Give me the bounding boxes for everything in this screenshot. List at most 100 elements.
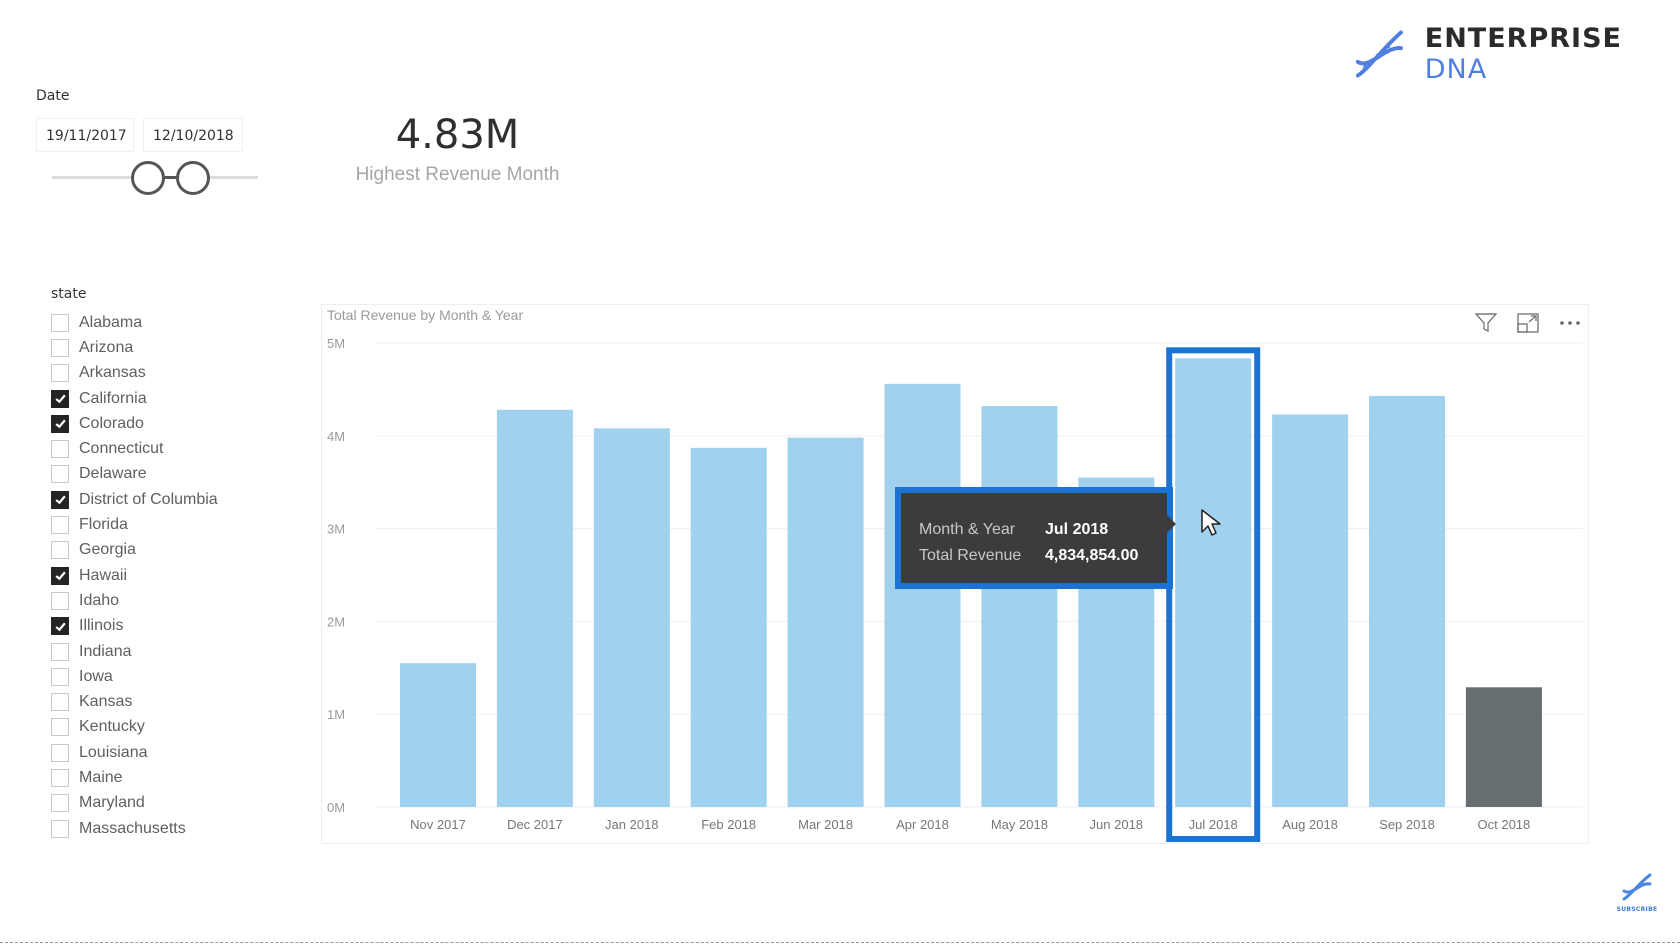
- tooltip-row: Total Revenue 4,834,854.00: [919, 543, 1167, 569]
- kpi-card: 4.83M Highest Revenue Month: [330, 112, 585, 186]
- slicer-item-label: Alabama: [79, 313, 143, 331]
- slicer-item[interactable]: Maryland: [51, 791, 218, 816]
- kpi-value: 4.83M: [395, 112, 520, 158]
- mouse-cursor-icon: [1201, 509, 1221, 536]
- checkbox[interactable]: [51, 667, 69, 686]
- y-tick-label: 0M: [327, 800, 345, 815]
- x-tick-label: Feb 2018: [701, 817, 756, 832]
- enterprise-dna-logo: ENTERPRISE DNA: [1350, 22, 1680, 86]
- subscribe-label: SUBSCRIBE: [1616, 906, 1658, 913]
- checkbox[interactable]: [51, 617, 69, 636]
- tooltip-value: 4,834,854.00: [1045, 547, 1139, 564]
- bar[interactable]: [787, 437, 864, 807]
- slicer-item[interactable]: Alabama: [51, 310, 218, 335]
- slicer-item[interactable]: Kansas: [51, 689, 218, 714]
- checkbox[interactable]: [51, 566, 69, 585]
- slicer-item-label: Delaware: [79, 465, 147, 483]
- date-slider-start-handle[interactable]: [131, 161, 165, 195]
- slicer-item[interactable]: Idaho: [51, 588, 218, 613]
- x-tick-label: Sep 2018: [1379, 817, 1435, 832]
- checkbox[interactable]: [51, 794, 69, 813]
- checkbox[interactable]: [51, 642, 69, 661]
- kpi-label: Highest Revenue Month: [355, 164, 560, 185]
- bar[interactable]: [496, 409, 573, 807]
- slicer-item[interactable]: Kentucky: [51, 715, 218, 740]
- checkmark-icon: [54, 419, 66, 429]
- slicer-item[interactable]: Georgia: [51, 538, 218, 563]
- x-tick-label: Jun 2018: [1090, 817, 1144, 832]
- slicer-item-label: Hawaii: [79, 566, 128, 584]
- checkbox[interactable]: [51, 541, 69, 560]
- bar[interactable]: [1175, 358, 1252, 807]
- checkbox[interactable]: [51, 819, 69, 838]
- slicer-item[interactable]: Iowa: [51, 664, 218, 689]
- bar[interactable]: [593, 428, 670, 807]
- x-tick-label: Aug 2018: [1282, 817, 1338, 832]
- slicer-item[interactable]: Illinois: [51, 614, 218, 639]
- checkbox[interactable]: [51, 414, 69, 433]
- state-slicer-list: Alabama Arizona Arkansas California Colorado…: [51, 310, 218, 841]
- bar[interactable]: [1272, 414, 1349, 807]
- slicer-item[interactable]: Delaware: [51, 462, 218, 487]
- x-tick-label: Oct 2018: [1478, 817, 1531, 832]
- slicer-item[interactable]: Massachusetts: [51, 816, 218, 841]
- checkbox[interactable]: [51, 768, 69, 787]
- checkbox[interactable]: [51, 718, 69, 737]
- slicer-item[interactable]: Indiana: [51, 639, 218, 664]
- date-slider-end-handle[interactable]: [176, 161, 210, 195]
- date-start-input[interactable]: 19/11/2017: [36, 118, 134, 152]
- slicer-item[interactable]: California: [51, 386, 218, 411]
- checkbox[interactable]: [51, 389, 69, 408]
- state-slicer-title: state: [51, 286, 87, 302]
- slicer-item[interactable]: Colorado: [51, 411, 218, 436]
- bar[interactable]: [400, 663, 476, 807]
- slicer-item-label: Louisiana: [79, 743, 148, 761]
- slicer-item-label: Maine: [79, 768, 123, 786]
- slicer-item[interactable]: Louisiana: [51, 740, 218, 765]
- slicer-item[interactable]: District of Columbia: [51, 487, 218, 512]
- date-slicer-label: Date: [36, 88, 70, 104]
- bar[interactable]: [690, 447, 767, 807]
- dna-icon: [1355, 30, 1403, 78]
- bar[interactable]: [981, 406, 1058, 807]
- checkbox[interactable]: [51, 313, 69, 332]
- x-tick-label: Jul 2018: [1189, 817, 1238, 832]
- slicer-item[interactable]: Florida: [51, 512, 218, 537]
- slicer-item[interactable]: Maine: [51, 765, 218, 790]
- checkbox[interactable]: [51, 591, 69, 610]
- checkbox[interactable]: [51, 743, 69, 762]
- slicer-item-label: Colorado: [79, 414, 144, 432]
- x-tick-label: Mar 2018: [798, 817, 853, 832]
- checkbox[interactable]: [51, 440, 69, 459]
- bottom-divider: [0, 942, 1680, 943]
- checkbox[interactable]: [51, 364, 69, 383]
- checkmark-icon: [54, 495, 66, 505]
- slicer-item-label: Maryland: [79, 794, 145, 812]
- checkbox[interactable]: [51, 490, 69, 509]
- bar[interactable]: [1369, 395, 1445, 807]
- slicer-item[interactable]: Connecticut: [51, 436, 218, 461]
- slicer-item-label: Arkansas: [79, 364, 146, 382]
- tooltip-value: Jul 2018: [1045, 521, 1109, 538]
- slicer-item-label: Georgia: [79, 541, 136, 559]
- slicer-item[interactable]: Hawaii: [51, 563, 218, 588]
- tooltip-arrow: [1167, 515, 1176, 533]
- x-tick-label: Nov 2017: [410, 817, 466, 832]
- bar[interactable]: [884, 383, 961, 807]
- slicer-item-label: Florida: [79, 516, 128, 534]
- bar[interactable]: [1465, 687, 1542, 807]
- checkbox[interactable]: [51, 338, 69, 357]
- checkbox[interactable]: [51, 693, 69, 712]
- slicer-item[interactable]: Arkansas: [51, 361, 218, 386]
- slicer-item-label: Illinois: [79, 617, 124, 635]
- slicer-item-label: Connecticut: [79, 440, 164, 458]
- checkbox[interactable]: [51, 465, 69, 484]
- checkbox[interactable]: [51, 516, 69, 535]
- subscribe-badge[interactable]: SUBSCRIBE: [1615, 872, 1659, 913]
- slicer-item-label: California: [79, 389, 147, 407]
- dna-icon: [1622, 873, 1652, 901]
- y-tick-label: 3M: [327, 522, 345, 537]
- slicer-item[interactable]: Arizona: [51, 335, 218, 360]
- logo-text: ENTERPRISE DNA: [1425, 23, 1680, 85]
- date-end-input[interactable]: 12/10/2018: [143, 118, 243, 152]
